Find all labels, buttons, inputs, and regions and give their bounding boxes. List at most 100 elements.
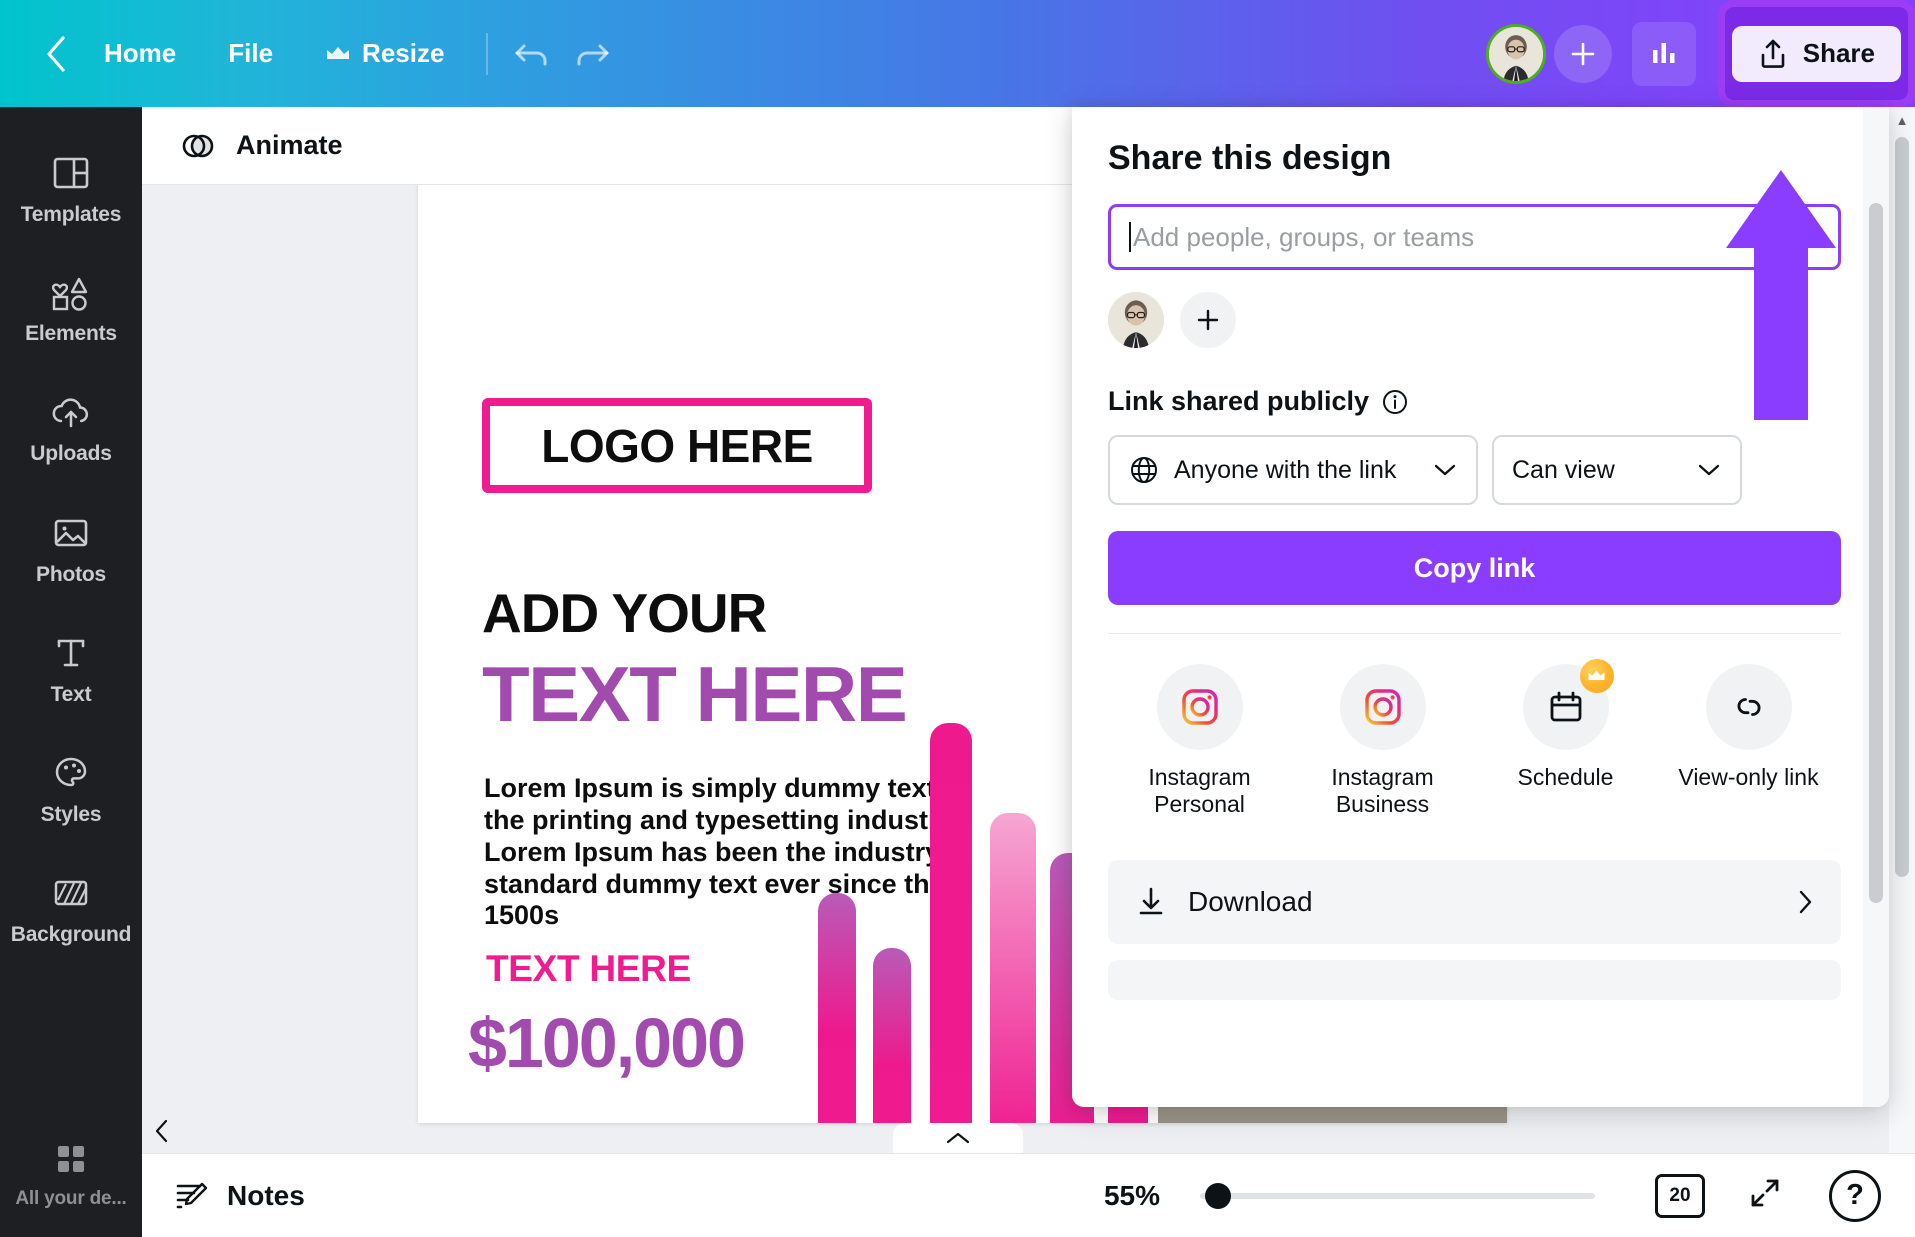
decorative-bar <box>818 893 856 1123</box>
insights-button[interactable] <box>1631 21 1696 86</box>
undo-button[interactable] <box>504 25 562 83</box>
expand-fullscreen-icon <box>1751 1179 1779 1207</box>
scrollbar-thumb[interactable] <box>1869 203 1883 903</box>
home-label: Home <box>104 38 177 68</box>
link-access-select[interactable]: Anyone with the link <box>1108 435 1478 505</box>
sidebar-item-label: Templates <box>20 202 122 226</box>
add-person-button[interactable] <box>1180 292 1236 348</box>
sidebar-item-text[interactable]: Text <box>0 609 142 729</box>
shared-people-list <box>1108 292 1853 348</box>
instagram-icon <box>1364 689 1401 725</box>
topbar-right-group: Share <box>1485 0 1915 107</box>
sidebar-item-templates[interactable]: Templates <box>0 129 142 249</box>
sidebar-item-all-your-designs[interactable]: All your de... <box>0 1117 142 1237</box>
globe-icon <box>1131 457 1157 483</box>
share-panel: Share this design Add people, groups, or… <box>1072 107 1889 1107</box>
share-option-instagram-personal[interactable]: Instagram Personal <box>1108 664 1291 818</box>
scrollbar-thumb[interactable] <box>1895 137 1909 877</box>
collapse-panel-button[interactable] <box>892 1123 1023 1153</box>
avatar[interactable] <box>1485 23 1546 84</box>
elements-icon <box>51 277 88 311</box>
back-button[interactable] <box>34 32 78 76</box>
share-option-view-only-link[interactable]: View-only link <box>1657 664 1840 818</box>
animate-circles-icon <box>182 134 214 157</box>
info-circle-icon[interactable] <box>1381 388 1409 416</box>
chevron-down-icon <box>1434 464 1456 476</box>
plus-icon <box>1571 42 1595 65</box>
animate-button[interactable]: Animate <box>168 120 353 172</box>
resize-menu-item[interactable]: Resize <box>299 28 470 79</box>
logo-text: LOGO HERE <box>541 419 813 472</box>
copy-link-button[interactable]: Copy link <box>1108 531 1841 605</box>
help-label: ? <box>1846 1179 1864 1211</box>
templates-icon <box>53 157 89 188</box>
share-option-label: View-only link <box>1678 764 1819 790</box>
share-option-label: Schedule <box>1517 764 1614 790</box>
share-input-placeholder: Add people, groups, or teams <box>1133 221 1475 252</box>
file-menu-item[interactable]: File <box>202 28 299 79</box>
zoom-slider[interactable] <box>1200 1182 1595 1209</box>
background-icon <box>54 880 88 905</box>
sidebar-item-label: Text <box>50 682 92 706</box>
sidebar-item-uploads[interactable]: Uploads <box>0 369 142 489</box>
animate-label: Animate <box>236 130 343 160</box>
panel-divider <box>1108 633 1841 634</box>
notes-button[interactable]: Notes <box>174 1178 305 1214</box>
share-button[interactable]: Share <box>1731 25 1901 82</box>
home-menu-item[interactable]: Home <box>78 28 202 79</box>
share-recipients-input[interactable]: Add people, groups, or teams <box>1108 204 1841 270</box>
left-sidebar: Templates Elements Uploads Photos Text S… <box>0 107 142 1237</box>
help-button[interactable]: ? <box>1829 1169 1881 1222</box>
upload-share-icon <box>1761 39 1785 68</box>
share-panel-scrollbar[interactable] <box>1863 107 1889 1107</box>
uploads-cloud-icon <box>52 397 89 427</box>
subheading[interactable]: TEXT HERE <box>486 948 691 990</box>
sidebar-item-elements[interactable]: Elements <box>0 249 142 369</box>
link-status-row: Link shared publicly <box>1108 386 1853 417</box>
toolbar-divider <box>486 32 489 75</box>
text-t-icon <box>57 639 85 666</box>
zoom-slider-knob[interactable] <box>1205 1182 1231 1209</box>
chevron-left-icon <box>155 1119 168 1143</box>
user-avatar-image <box>1108 292 1164 348</box>
link-settings-row: Anyone with the link Can view <box>1108 435 1853 505</box>
photos-image-icon <box>54 519 88 546</box>
text-caret <box>1129 222 1131 252</box>
notes-label: Notes <box>227 1179 305 1211</box>
sidebar-item-photos[interactable]: Photos <box>0 489 142 609</box>
file-label: File <box>228 38 274 68</box>
sidebar-item-background[interactable]: Background <box>0 849 142 969</box>
heading-top[interactable]: ADD YOUR <box>482 581 767 645</box>
add-collaborator-button[interactable] <box>1553 24 1612 83</box>
notes-pencil-icon <box>176 1182 208 1208</box>
bar-chart-icon <box>1652 42 1675 63</box>
icon-container <box>1339 664 1426 750</box>
logo-placeholder[interactable]: LOGO HERE <box>482 398 872 493</box>
undo-icon <box>515 44 547 65</box>
sidebar-item-label: All your de... <box>15 1187 127 1209</box>
next-option-row-partial[interactable] <box>1108 960 1841 1001</box>
share-option-schedule[interactable]: Schedule <box>1474 659 1657 818</box>
decorative-bar <box>990 813 1036 1123</box>
share-button-highlight-ring: Share <box>1717 0 1915 107</box>
canvas-scroll-left-button[interactable] <box>142 1109 182 1153</box>
avatar[interactable] <box>1108 292 1164 348</box>
sidebar-item-label: Uploads <box>30 441 112 465</box>
pages-count-button[interactable]: 20 <box>1655 1173 1705 1218</box>
fullscreen-button[interactable] <box>1745 1173 1785 1218</box>
user-avatar-image <box>1488 26 1543 81</box>
link-permission-select[interactable]: Can view <box>1492 435 1742 505</box>
grid-apps-icon <box>58 1145 84 1172</box>
download-button[interactable]: Download <box>1108 860 1841 945</box>
chevron-down-icon <box>1698 464 1720 476</box>
plus-icon <box>1197 309 1219 331</box>
share-option-instagram-business[interactable]: Instagram Business <box>1291 664 1474 818</box>
sidebar-item-styles[interactable]: Styles <box>0 729 142 849</box>
zoom-level-label: 55% <box>1103 1179 1160 1211</box>
canvas-vertical-scrollbar[interactable]: ▲ <box>1889 107 1915 1153</box>
share-label: Share <box>1802 38 1875 68</box>
price-text[interactable]: $100,000 <box>468 1003 746 1083</box>
redo-button[interactable] <box>562 25 620 83</box>
heading-main[interactable]: TEXT HERE <box>482 649 908 740</box>
scroll-up-button[interactable]: ▲ <box>1889 107 1915 133</box>
